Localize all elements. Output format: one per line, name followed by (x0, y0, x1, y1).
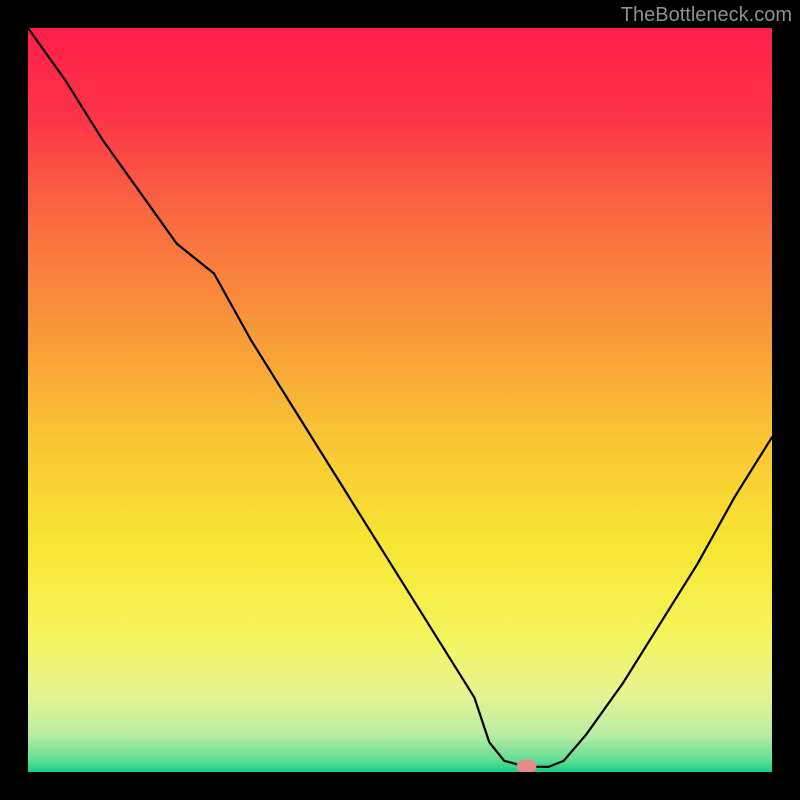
optimum-marker (516, 760, 536, 772)
chart-container: TheBottleneck.com (0, 0, 800, 800)
watermark-text: TheBottleneck.com (621, 4, 792, 27)
plot-area (28, 28, 772, 772)
bottleneck-chart (28, 28, 772, 772)
